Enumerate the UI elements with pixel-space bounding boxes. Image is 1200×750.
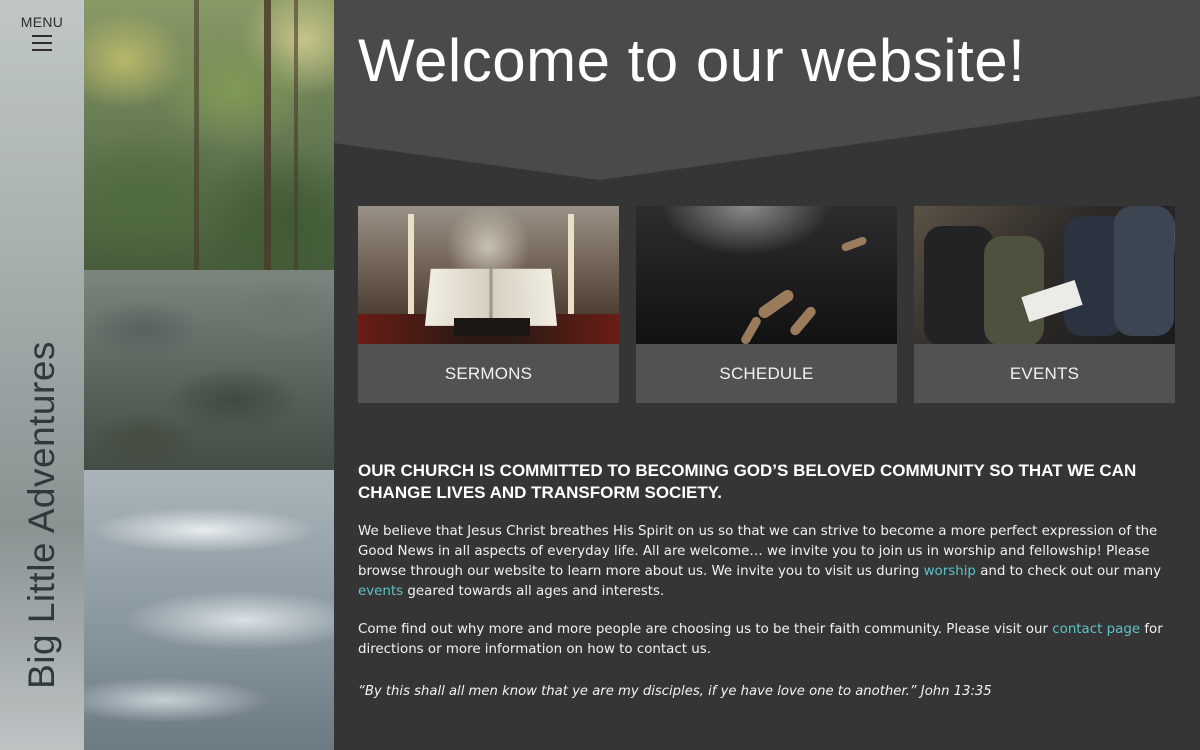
events-link[interactable]: events	[358, 584, 403, 599]
card-label-schedule[interactable]: SCHEDULE	[636, 344, 897, 403]
card-schedule[interactable]: SCHEDULE	[636, 206, 897, 403]
site-brand[interactable]: Big Little Adventures	[21, 341, 63, 689]
menu-button[interactable]: MENU	[0, 14, 84, 56]
contact-page-link[interactable]: contact page	[1052, 622, 1140, 637]
schedule-image	[636, 206, 897, 344]
river-forest-photo	[84, 0, 334, 750]
contact-paragraph: Come find out why more and more people a…	[358, 620, 1178, 660]
card-events[interactable]: EVENTS	[914, 206, 1175, 403]
sermons-image	[358, 206, 619, 344]
events-image	[914, 206, 1175, 344]
hamburger-icon[interactable]	[32, 35, 52, 51]
main-content: Welcome to our website! SERMONS SCHEDULE	[334, 0, 1200, 750]
menu-label: MENU	[20, 14, 64, 30]
contact-text-1: Come find out why more and more people a…	[358, 622, 1053, 637]
page-title: Welcome to our website!	[358, 27, 1026, 94]
scripture-quote: “By this shall all men know that ye are …	[358, 684, 992, 699]
card-sermons[interactable]: SERMONS	[358, 206, 619, 403]
worship-link[interactable]: worship	[924, 564, 976, 579]
feature-cards: SERMONS SCHEDULE EVENTS	[358, 206, 1175, 403]
card-label-events[interactable]: EVENTS	[914, 344, 1175, 403]
intro-paragraph: We believe that Jesus Christ breathes Hi…	[358, 522, 1178, 602]
section-heading: OUR CHURCH IS COMMITTED TO BECOMING GOD’…	[358, 461, 1137, 502]
card-label-sermons[interactable]: SERMONS	[358, 344, 619, 403]
intro-text-3: geared towards all ages and interests.	[403, 584, 665, 599]
sidebar: MENU Big Little Adventures	[0, 0, 84, 750]
intro-text-2: and to check out our many	[975, 564, 1162, 579]
intro-section: OUR CHURCH IS COMMITTED TO BECOMING GOD’…	[358, 460, 1178, 699]
